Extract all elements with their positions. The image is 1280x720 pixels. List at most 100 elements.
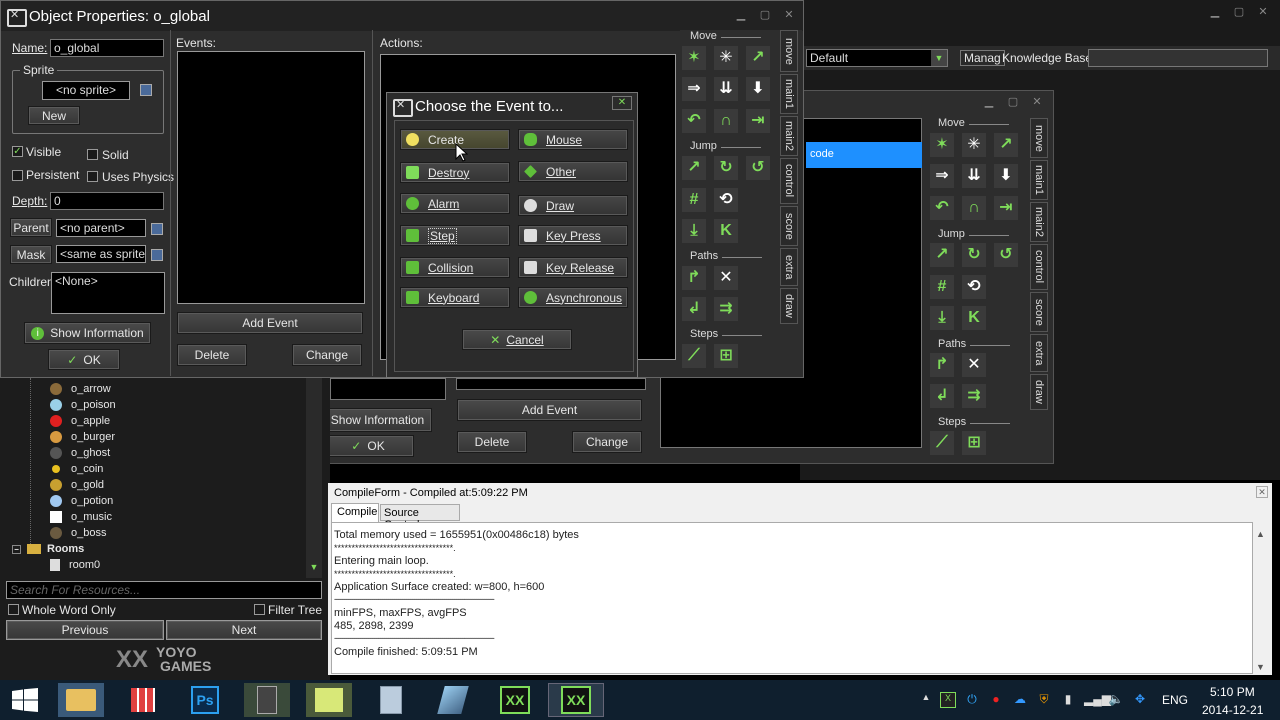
rooms-folder[interactable]: − Rooms [12,542,84,556]
mask-menu-icon[interactable] [151,249,163,261]
taskbar-calculator[interactable] [368,683,414,717]
tray-shield-icon[interactable]: ⛨ [1036,692,1052,708]
end-path-icon[interactable]: ✕ [714,266,738,290]
move-free-icon[interactable]: ✳ [714,46,738,70]
mask-button[interactable]: Mask [10,245,52,264]
scroll-up-icon[interactable]: ▲ [1256,529,1265,539]
tree-item-o-arrow[interactable]: o_arrow [50,381,111,397]
back-maximize-icon[interactable]: ▢ [1006,96,1020,108]
event-dialog-titlebar[interactable]: Choose the Event to... [387,93,637,119]
filter-tree-checkbox[interactable] [254,604,265,615]
sprite-field[interactable]: <no sprite> [42,81,130,100]
back-tab-score[interactable]: score [1030,292,1048,332]
back-minimize-icon[interactable]: ▁ [982,96,996,108]
back-tab-main2[interactable]: main2 [1030,202,1048,242]
event-step-button[interactable]: Step [400,225,510,246]
back-ok-button[interactable]: ✓ OK [322,435,414,457]
path-position-icon[interactable]: ↲ [682,297,706,321]
sprite-menu-icon[interactable] [140,84,152,96]
back-close-icon[interactable]: ✕ [1030,96,1044,108]
tree-item-o-apple[interactable]: o_apple [50,413,110,429]
reverse-horizontal-icon[interactable]: ↶ [682,109,706,133]
bounce-icon[interactable]: K [714,219,738,243]
back-tab-draw[interactable]: draw [1030,374,1048,410]
previous-button[interactable]: Previous [6,620,164,640]
back-path-speed-icon[interactable]: ⇉ [962,384,986,408]
tray-dropbox-icon[interactable]: ✥ [1132,692,1148,708]
parent-menu-icon[interactable] [151,223,163,235]
tab-main2[interactable]: main2 [780,116,798,156]
scroll-down-icon-2[interactable]: ▼ [1256,662,1265,672]
name-field[interactable]: o_global [50,39,164,57]
tree-item-o-potion[interactable]: o_potion [50,493,113,509]
show-information-button[interactable]: i Show Information [24,322,151,344]
mask-field[interactable]: <same as sprite> [56,245,146,263]
tray-cloud-icon[interactable]: ☁ [1012,692,1028,708]
jump-random-icon[interactable]: ↺ [746,156,770,180]
event-mouse-button[interactable]: Mouse [518,129,628,150]
back-jump-position-icon[interactable]: ↗ [930,243,954,267]
back-change-button[interactable]: Change [572,431,642,453]
object-close-icon[interactable]: ✕ [782,9,796,21]
wrap-screen-icon[interactable]: ⟲ [714,188,738,212]
jump-start-icon[interactable]: ↻ [714,156,738,180]
event-destroy-button[interactable]: Destroy [400,162,510,183]
event-dialog-close-icon[interactable]: ✕ [612,96,632,110]
back-move-fixed-icon[interactable]: ✶ [930,133,954,157]
back-jump-start-icon[interactable]: ↻ [962,243,986,267]
taskbar-gamemaker-2[interactable]: XX [548,683,604,717]
object-minimize-icon[interactable]: ▁ [734,9,748,21]
back-step-avoid-icon[interactable]: ⊞ [962,431,986,455]
cancel-button[interactable]: ✕ Cancel [462,329,572,350]
object-window-titlebar[interactable]: Object Properties: o_global [1,1,803,31]
back-move-towards-icon[interactable]: ↗ [994,133,1018,157]
taskbar-explorer[interactable] [58,683,104,717]
back-snap-grid-icon[interactable]: # [930,275,954,299]
tab-source-control[interactable]: Source Control [380,504,460,531]
tree-item-o-coin[interactable]: o_coin [50,461,103,477]
taskbar-notes[interactable] [306,683,352,717]
scroll-down-icon[interactable]: ▼ [306,562,322,576]
taskbar-app-4[interactable] [244,683,290,717]
delete-button[interactable]: Delete [177,344,247,366]
back-reverse-v-icon[interactable]: ∩ [962,196,986,220]
back-step-towards-icon[interactable]: ⟋ [930,431,954,455]
back-tab-main1[interactable]: main1 [1030,160,1048,200]
visible-checkbox[interactable]: ✓ [12,146,23,157]
back-delete-button[interactable]: Delete [457,431,527,453]
config-select[interactable]: Default ▼ [806,49,948,67]
knowledge-base-input[interactable] [1088,49,1268,67]
compile-close-icon[interactable]: ✕ [1256,486,1268,498]
taskbar-gamemaker-1[interactable]: XX [492,683,538,717]
tab-extra[interactable]: extra [780,248,798,286]
event-alarm-button[interactable]: Alarm [400,193,510,214]
chevron-down-icon[interactable]: ▼ [931,50,947,66]
tab-control[interactable]: control [780,158,798,204]
parent-button[interactable]: Parent [10,218,52,237]
gravity-icon[interactable]: ⬇ [746,77,770,101]
back-gravity-icon[interactable]: ⬇ [994,164,1018,188]
tab-main1[interactable]: main1 [780,74,798,114]
new-sprite-button[interactable]: New [28,106,80,125]
tree-item-o-boss[interactable]: o_boss [50,525,106,541]
tree-item-o-burger[interactable]: o_burger [50,429,115,445]
children-list[interactable]: <None> [51,272,165,314]
path-speed-icon[interactable]: ⇉ [714,297,738,321]
persistent-checkbox[interactable] [12,170,23,181]
tray-device-icon[interactable]: ▮ [1060,692,1076,708]
back-end-path-icon[interactable]: ✕ [962,353,986,377]
tab-compile[interactable]: Compile [331,503,379,522]
move-fixed-icon[interactable]: ✶ [682,46,706,70]
back-jump-random-icon[interactable]: ↺ [994,243,1018,267]
uses-physics-checkbox[interactable] [87,171,98,182]
jump-position-icon[interactable]: ↗ [682,156,706,180]
taskbar-photoshop[interactable]: Ps [182,683,228,717]
collapse-icon[interactable]: − [12,544,21,554]
back-bounce-icon[interactable]: K [962,306,986,330]
event-key-release-button[interactable]: Key Release [518,257,628,278]
events-list[interactable] [177,51,365,304]
event-key-press-button[interactable]: Key Press [518,225,628,246]
back-add-event-button[interactable]: Add Event [457,399,642,421]
speed-horizontal-icon[interactable]: ⇒ [682,77,706,101]
tray-record-icon[interactable]: ● [988,692,1004,708]
